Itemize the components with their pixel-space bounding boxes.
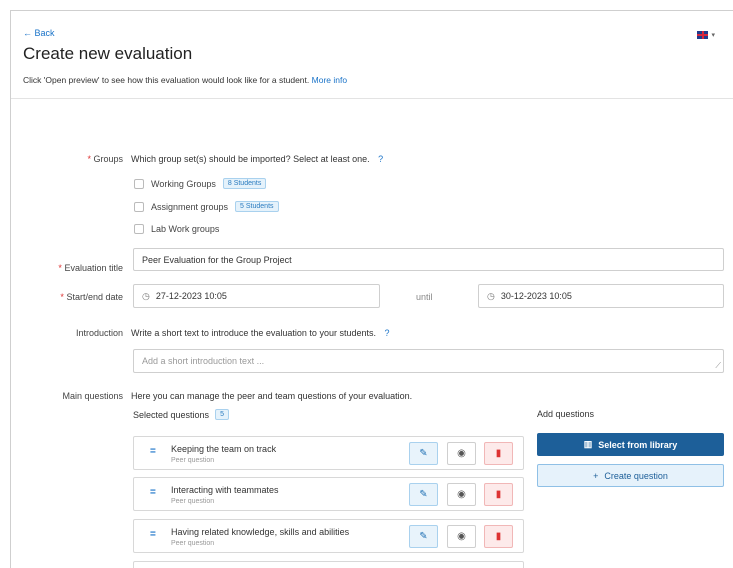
question-card[interactable]: = Keeping the team on track Peer questio…	[133, 436, 524, 470]
create-question-label: Create question	[604, 470, 668, 481]
page-subtitle: Click 'Open preview' to see how this eva…	[23, 75, 347, 85]
required-mark: *	[60, 292, 64, 302]
question-card[interactable]: = Interacting with teammates Peer questi…	[133, 477, 524, 511]
edit-question-button[interactable]: ✎	[409, 442, 438, 465]
delete-question-button[interactable]: ▮	[484, 442, 513, 465]
select-from-library-button[interactable]: ▥ Select from library	[537, 433, 724, 456]
groups-label: * Groups	[87, 154, 123, 164]
question-card[interactable]: = Having related knowledge, skills and a…	[133, 519, 524, 553]
main-questions-text: Here you can manage the peer and team qu…	[131, 391, 413, 401]
page-frame: ← Back ▾ Create new evaluation Click 'Op…	[10, 10, 733, 568]
group-option-label: Working Groups	[151, 178, 216, 189]
start-end-date-label-text: Start/end date	[66, 292, 123, 302]
checkbox[interactable]	[134, 201, 144, 212]
introduction-text: Write a short text to introduce the eval…	[131, 328, 376, 338]
preview-question-button[interactable]: ◉	[447, 483, 476, 506]
introduction-label: Introduction	[75, 328, 123, 338]
clock-icon: ◷	[142, 290, 150, 301]
chevron-down-icon: ▾	[711, 32, 715, 39]
drag-handle-icon[interactable]: =	[150, 529, 156, 540]
introduction-help-text: Write a short text to introduce the eval…	[131, 328, 390, 338]
question-type: Peer question	[171, 457, 215, 464]
create-question-button[interactable]: + Create question	[537, 464, 724, 487]
group-option-working[interactable]: Working Groups 8 Students	[134, 178, 267, 189]
trash-icon: ▮	[495, 448, 502, 459]
eye-icon: ◉	[457, 531, 466, 542]
groups-question-text: Which group set(s) should be imported? S…	[131, 154, 370, 164]
evaluation-title-label-text: Evaluation title	[64, 263, 123, 273]
introduction-textarea[interactable]: Add a short introduction text ... ⟋	[133, 349, 724, 373]
until-label: until	[416, 292, 433, 302]
start-date-value: 27-12-2023 10:05	[155, 291, 227, 301]
pencil-icon: ✎	[419, 448, 428, 459]
drag-handle-icon[interactable]: =	[150, 446, 156, 457]
introduction-placeholder: Add a short introduction text ...	[142, 356, 265, 366]
subtitle-text: Click 'Open preview' to see how this eva…	[23, 75, 310, 85]
pencil-icon: ✎	[419, 531, 428, 542]
start-end-date-label: * Start/end date	[60, 292, 123, 302]
edit-question-button[interactable]: ✎	[409, 525, 438, 548]
help-icon[interactable]: ?	[378, 154, 383, 164]
checkbox[interactable]	[134, 224, 144, 234]
end-date-value: 30-12-2023 10:05	[500, 291, 572, 301]
group-option-label: Lab Work groups	[151, 224, 220, 234]
select-from-library-label: Select from library	[598, 439, 678, 450]
selected-count-badge: 5	[215, 409, 229, 420]
required-mark: *	[58, 263, 62, 273]
groups-label-text: Groups	[93, 154, 123, 164]
checkbox[interactable]	[134, 178, 144, 189]
selected-questions-header: Selected questions 5	[133, 409, 229, 420]
library-icon: ▥	[583, 439, 593, 449]
plus-icon: +	[593, 470, 599, 481]
end-date-input[interactable]: ◷ 30-12-2023 10:05	[478, 284, 724, 308]
required-mark: *	[87, 154, 91, 164]
question-title: Keeping the team on track	[171, 444, 277, 454]
group-option-assignment[interactable]: Assignment groups 5 Students	[134, 201, 279, 212]
selected-questions-label: Selected questions	[133, 409, 210, 420]
back-link[interactable]: ← Back	[23, 28, 55, 38]
drag-handle-icon[interactable]: =	[150, 487, 156, 498]
help-icon[interactable]: ?	[384, 328, 389, 338]
trash-icon: ▮	[495, 531, 502, 542]
resize-handle-icon[interactable]: ⟋	[715, 361, 721, 371]
header-divider	[11, 98, 733, 99]
evaluation-title-label: * Evaluation title	[58, 263, 123, 273]
question-type: Peer question	[171, 540, 215, 547]
group-option-lab-work[interactable]: Lab Work groups	[134, 224, 219, 234]
evaluation-title-input[interactable]: Peer Evaluation for the Group Project	[133, 248, 724, 271]
pencil-icon: ✎	[419, 489, 428, 500]
question-card[interactable]	[133, 561, 524, 568]
trash-icon: ▮	[495, 489, 502, 500]
language-selector[interactable]: ▾	[697, 31, 715, 39]
student-count-badge: 8 Students	[222, 178, 267, 189]
preview-question-button[interactable]: ◉	[447, 442, 476, 465]
eye-icon: ◉	[457, 489, 466, 500]
delete-question-button[interactable]: ▮	[484, 483, 513, 506]
main-questions-label: Main questions	[62, 391, 123, 401]
clock-icon: ◷	[487, 290, 495, 301]
delete-question-button[interactable]: ▮	[484, 525, 513, 548]
question-title: Having related knowledge, skills and abi…	[171, 527, 350, 537]
group-option-label: Assignment groups	[151, 201, 229, 212]
uk-flag-icon	[697, 31, 709, 39]
groups-question: Which group set(s) should be imported? S…	[131, 154, 383, 164]
question-title: Interacting with teammates	[171, 485, 279, 495]
evaluation-title-value: Peer Evaluation for the Group Project	[142, 254, 292, 265]
more-info-link[interactable]: More info	[312, 75, 347, 85]
preview-question-button[interactable]: ◉	[447, 525, 476, 548]
edit-question-button[interactable]: ✎	[409, 483, 438, 506]
start-date-input[interactable]: ◷ 27-12-2023 10:05	[133, 284, 380, 308]
eye-icon: ◉	[457, 448, 466, 459]
add-questions-label: Add questions	[537, 409, 595, 419]
student-count-badge: 5 Students	[235, 201, 279, 212]
question-type: Peer question	[171, 498, 215, 505]
page-title: Create new evaluation	[23, 44, 193, 63]
